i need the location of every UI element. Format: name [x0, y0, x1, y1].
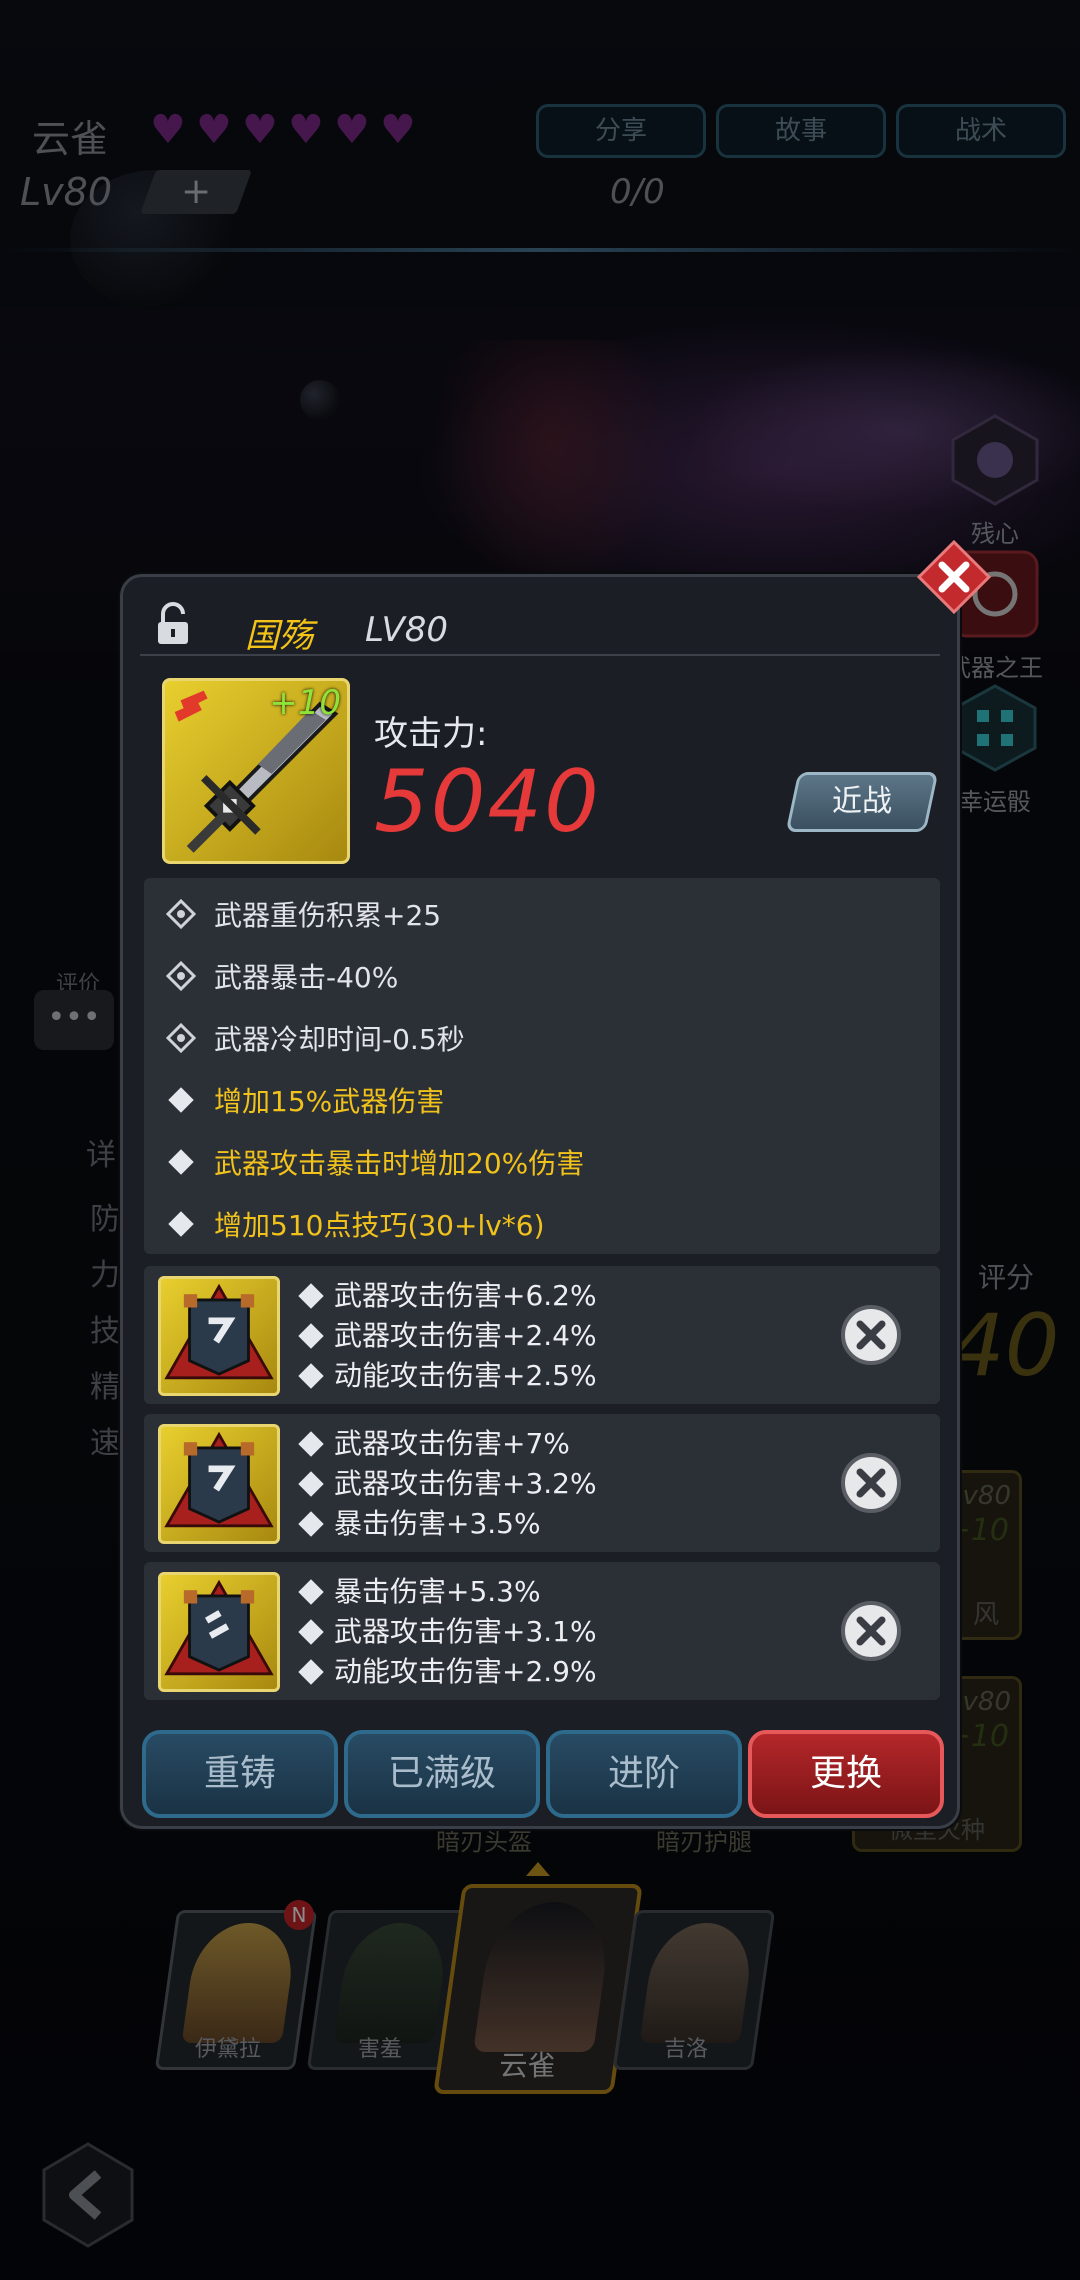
- diamond-bullet-icon: [298, 1659, 324, 1685]
- gem-slot-row: 武器攻击伤害+6.2% 武器攻击伤害+2.4% 动能攻击伤害+2.5%: [144, 1266, 940, 1404]
- gem-stat-line: 动能攻击伤害+2.9%: [296, 1652, 597, 1692]
- attack-label: 攻击力:: [374, 714, 488, 754]
- gem-stat-text: 动能攻击伤害+2.5%: [334, 1359, 597, 1392]
- stat-gear-icon: [166, 899, 196, 929]
- stat-row: 武器重伤积累+25: [166, 884, 441, 944]
- diamond-bullet-icon: [298, 1323, 324, 1349]
- weapon-icon-frame: +10: [162, 678, 350, 864]
- stat-text: 武器冷却时间-0.5秒: [214, 1023, 465, 1056]
- stat-gear-icon: [166, 961, 196, 991]
- gem-icon-frame[interactable]: [158, 1572, 280, 1692]
- stat-row: 武器冷却时间-0.5秒: [166, 1008, 465, 1068]
- stat-row: 武器暴击-40%: [166, 946, 398, 1006]
- gem-icon-frame[interactable]: [158, 1276, 280, 1396]
- gem-stat-line: 武器攻击伤害+3.2%: [296, 1464, 597, 1504]
- diamond-bullet-icon: [298, 1363, 324, 1389]
- gem-stat-text: 武器攻击伤害+2.4%: [334, 1319, 597, 1352]
- gem-stat-line: 暴击伤害+5.3%: [296, 1572, 597, 1612]
- gem-icon-frame[interactable]: [158, 1424, 280, 1544]
- weapon-type-label: 近战: [832, 784, 892, 819]
- gem-stat-text: 动能攻击伤害+2.9%: [334, 1655, 597, 1688]
- gem-icon: [164, 1283, 274, 1380]
- title-divider: [140, 654, 940, 656]
- diamond-bullet-icon: [168, 1087, 194, 1113]
- reforge-button[interactable]: 重铸: [142, 1730, 338, 1818]
- stat-text: 武器重伤积累+25: [214, 899, 442, 932]
- gem-slot-row: 暴击伤害+5.3% 武器攻击伤害+3.1% 动能攻击伤害+2.9%: [144, 1562, 940, 1700]
- close-button[interactable]: [917, 540, 991, 614]
- diamond-bullet-icon: [298, 1579, 324, 1605]
- gem-stat-list: 暴击伤害+5.3% 武器攻击伤害+3.1% 动能攻击伤害+2.9%: [296, 1572, 597, 1692]
- gem-stat-text: 武器攻击伤害+6.2%: [334, 1279, 597, 1312]
- gem-stat-line: 武器攻击伤害+6.2%: [296, 1276, 597, 1316]
- stat-text: 增加15%武器伤害: [214, 1085, 445, 1118]
- gem-icon: [164, 1579, 274, 1676]
- gem-stat-text: 暴击伤害+5.3%: [334, 1575, 541, 1608]
- stat-text: 武器攻击暴击时增加20%伤害: [214, 1147, 585, 1180]
- remove-gem-button[interactable]: [840, 1304, 902, 1366]
- gem-stat-line: 暴击伤害+3.5%: [296, 1504, 597, 1544]
- weapon-stats-panel: 武器重伤积累+25 武器暴击-40% 武器冷却时间-0.5秒 增加15%武器伤害…: [144, 878, 940, 1254]
- gem-stat-line: 武器攻击伤害+2.4%: [296, 1316, 597, 1356]
- weapon-type-button[interactable]: 近战: [785, 772, 939, 832]
- gem-stat-list: 武器攻击伤害+7% 武器攻击伤害+3.2% 暴击伤害+3.5%: [296, 1424, 597, 1544]
- gem-stat-text: 暴击伤害+3.5%: [334, 1507, 541, 1540]
- gem-stat-text: 武器攻击伤害+7%: [334, 1427, 570, 1460]
- weapon-level: LV80: [365, 610, 448, 650]
- gem-stat-line: 动能攻击伤害+2.5%: [296, 1356, 597, 1396]
- attack-value: 5040: [374, 752, 601, 852]
- enhance-level: +10: [269, 683, 341, 723]
- gem-icon: [164, 1431, 274, 1528]
- diamond-bullet-icon: [298, 1619, 324, 1645]
- gem-stat-line: 武器攻击伤害+7%: [296, 1424, 597, 1464]
- maxed-level-button[interactable]: 已满级: [344, 1730, 540, 1818]
- gem-stat-list: 武器攻击伤害+6.2% 武器攻击伤害+2.4% 动能攻击伤害+2.5%: [296, 1276, 597, 1396]
- gem-slot-row: 武器攻击伤害+7% 武器攻击伤害+3.2% 暴击伤害+3.5%: [144, 1414, 940, 1552]
- diamond-bullet-icon: [298, 1511, 324, 1537]
- diamond-bullet-icon: [168, 1211, 194, 1237]
- stat-row: 武器攻击暴击时增加20%伤害: [166, 1132, 584, 1192]
- remove-gem-button[interactable]: [840, 1600, 902, 1662]
- stat-gear-icon: [166, 1023, 196, 1053]
- remove-gem-button[interactable]: [840, 1452, 902, 1514]
- gem-stat-text: 武器攻击伤害+3.2%: [334, 1467, 597, 1500]
- weapon-name: 国殇: [245, 616, 313, 656]
- replace-button[interactable]: 更换: [748, 1730, 944, 1818]
- stat-text: 武器暴击-40%: [214, 961, 399, 994]
- diamond-bullet-icon: [298, 1471, 324, 1497]
- diamond-bullet-icon: [298, 1431, 324, 1457]
- diamond-bullet-icon: [168, 1149, 194, 1175]
- unlock-icon[interactable]: [155, 602, 191, 646]
- stat-row: 增加510点技巧(30+lv*6): [166, 1194, 545, 1254]
- stat-row: 增加15%武器伤害: [166, 1070, 444, 1130]
- advance-button[interactable]: 进阶: [546, 1730, 742, 1818]
- diamond-bullet-icon: [298, 1283, 324, 1309]
- gem-stat-text: 武器攻击伤害+3.1%: [334, 1615, 597, 1648]
- stat-text: 增加510点技巧(30+lv*6): [214, 1209, 545, 1242]
- gem-stat-line: 武器攻击伤害+3.1%: [296, 1612, 597, 1652]
